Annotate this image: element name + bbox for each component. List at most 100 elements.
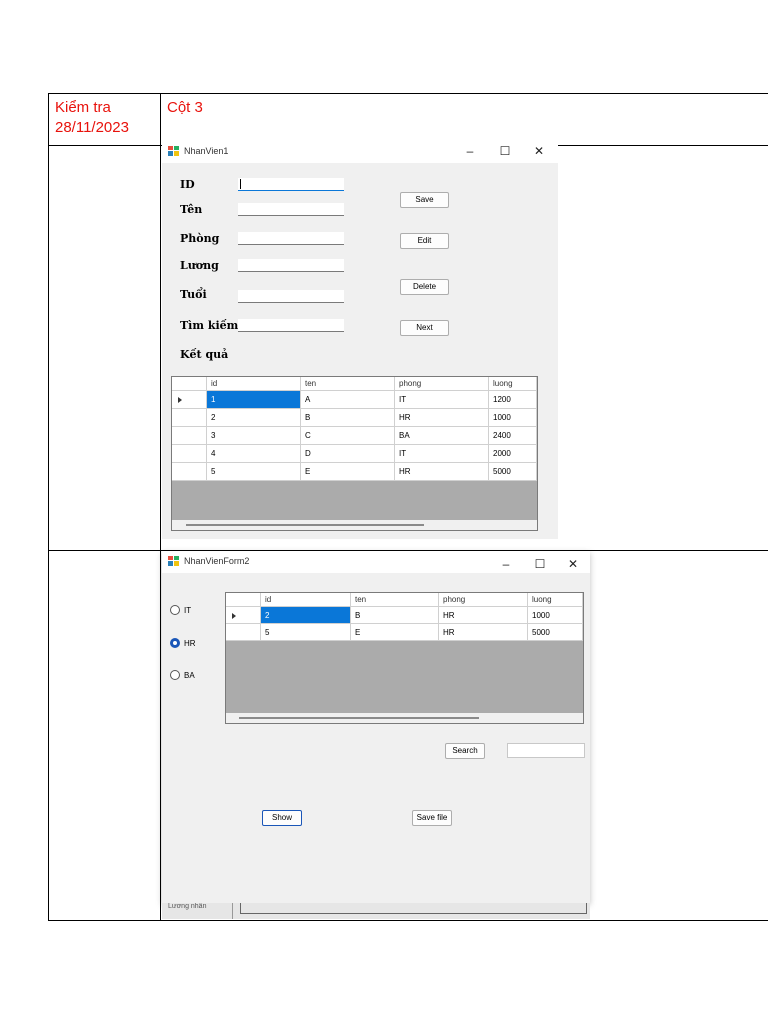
timkiem-label: Tìm kiếm — [180, 319, 239, 332]
grid-column-header-ten[interactable]: ten — [301, 377, 395, 391]
horizontal-scrollbar[interactable] — [226, 713, 583, 723]
row-header[interactable] — [226, 607, 261, 624]
grid-cell-id[interactable]: 2 — [261, 607, 351, 624]
minimize-icon[interactable]: – — [496, 557, 516, 571]
grid-cell-ten[interactable]: C — [301, 427, 395, 445]
luong-input[interactable] — [238, 259, 344, 272]
edit-button[interactable]: Edit — [400, 233, 449, 249]
grid-column-header-luong[interactable]: luong — [489, 377, 537, 391]
grid-corner[interactable] — [172, 377, 207, 391]
grid-cell-luong[interactable]: 2000 — [489, 445, 537, 463]
phong-input[interactable] — [238, 232, 344, 245]
scrollbar-thumb[interactable] — [239, 717, 479, 719]
radio-hr-label: HR — [184, 639, 196, 648]
luong-label: Lương — [180, 259, 219, 272]
maximize-icon[interactable]: ☐ — [530, 557, 550, 571]
grid-column-header-id[interactable]: id — [261, 593, 351, 607]
titlebar[interactable]: NhanVienForm2 – ☐ ✕ — [162, 551, 590, 573]
header-date-label: Kiểm tra — [55, 99, 111, 116]
timkiem-input[interactable] — [238, 319, 344, 332]
tuoi-input[interactable] — [238, 290, 344, 303]
tuoi-label: Tuổi — [180, 288, 207, 301]
grid-column-header-phong[interactable]: phong — [395, 377, 489, 391]
savefile-button[interactable]: Save file — [412, 810, 452, 826]
grid-cell-phong[interactable]: HR — [395, 409, 489, 427]
grid-cell-phong[interactable]: IT — [395, 445, 489, 463]
table-row[interactable]: 5 E HR 5000 — [226, 624, 583, 641]
row-header[interactable] — [172, 409, 207, 427]
grid-cell-phong[interactable]: BA — [395, 427, 489, 445]
search-button[interactable]: Search — [445, 743, 485, 759]
grid-cell-id[interactable]: 2 — [207, 409, 301, 427]
grid-cell-ten[interactable]: B — [301, 409, 395, 427]
current-row-arrow-icon — [232, 612, 236, 619]
table-row[interactable]: 5 E HR 5000 — [172, 463, 537, 481]
table-divider — [160, 93, 161, 920]
header-cell-1: Kiểm tra 28/11/2023 — [55, 98, 129, 138]
grid-cell-ten[interactable]: B — [351, 607, 439, 624]
maximize-icon[interactable]: ☐ — [495, 144, 515, 158]
titlebar[interactable]: NhanVien1 – ☐ ✕ — [162, 141, 558, 163]
table-row[interactable]: 1 A IT 1200 — [172, 391, 537, 409]
next-button[interactable]: Next — [400, 320, 449, 336]
minimize-icon[interactable]: – — [460, 144, 480, 158]
show-button[interactable]: Show — [262, 810, 302, 826]
filtered-employee-grid[interactable]: id ten phong luong 2 B HR 1000 5 E HR 5000 — [225, 592, 584, 724]
grid-cell-ten[interactable]: E — [351, 624, 439, 641]
grid-cell-ten[interactable]: D — [301, 445, 395, 463]
grid-corner[interactable] — [226, 593, 261, 607]
nhanvien1-window: NhanVien1 – ☐ ✕ ID Tên Phòng Lương Tuổi … — [162, 141, 558, 539]
grid-header-row: id ten phong luong — [226, 593, 583, 607]
save-button[interactable]: Save — [400, 192, 449, 208]
radio-ba-label: BA — [184, 671, 195, 680]
grid-cell-id[interactable]: 3 — [207, 427, 301, 445]
grid-cell-id[interactable]: 5 — [207, 463, 301, 481]
grid-cell-luong[interactable]: 1200 — [489, 391, 537, 409]
table-row[interactable]: 2 B HR 1000 — [172, 409, 537, 427]
radio-hr[interactable] — [170, 638, 180, 648]
nhanvienform2-window: NhanVienForm2 – ☐ ✕ IT HR BA id ten phong l… — [162, 551, 590, 903]
grid-cell-id[interactable]: 1 — [207, 391, 301, 409]
grid-cell-luong[interactable]: 1000 — [528, 607, 583, 624]
id-label: ID — [180, 178, 195, 191]
grid-cell-phong[interactable]: IT — [395, 391, 489, 409]
table-row[interactable]: 4 D IT 2000 — [172, 445, 537, 463]
row-header[interactable] — [172, 427, 207, 445]
grid-column-header-id[interactable]: id — [207, 377, 301, 391]
table-row[interactable]: 2 B HR 1000 — [226, 607, 583, 624]
grid-column-header-luong[interactable]: luong — [528, 593, 583, 607]
row-header[interactable] — [226, 624, 261, 641]
ten-input[interactable] — [238, 203, 344, 216]
background-divider — [232, 903, 233, 919]
grid-cell-luong[interactable]: 5000 — [489, 463, 537, 481]
grid-cell-id[interactable]: 4 — [207, 445, 301, 463]
row-header[interactable] — [172, 463, 207, 481]
grid-cell-luong[interactable]: 5000 — [528, 624, 583, 641]
grid-column-header-ten[interactable]: ten — [351, 593, 439, 607]
background-panel — [240, 903, 587, 914]
header-date-value: 28/11/2023 — [55, 119, 129, 136]
grid-column-header-phong[interactable]: phong — [439, 593, 528, 607]
table-row[interactable]: 3 C BA 2400 — [172, 427, 537, 445]
background-window: Lương nhân — [162, 903, 590, 919]
scrollbar-thumb[interactable] — [186, 524, 424, 526]
grid-cell-phong[interactable]: HR — [439, 607, 528, 624]
grid-cell-ten[interactable]: E — [301, 463, 395, 481]
grid-cell-ten[interactable]: A — [301, 391, 395, 409]
close-icon[interactable]: ✕ — [529, 144, 549, 158]
grid-cell-luong[interactable]: 1000 — [489, 409, 537, 427]
id-input[interactable] — [238, 178, 344, 191]
delete-button[interactable]: Delete — [400, 279, 449, 295]
search-input[interactable] — [507, 743, 585, 758]
close-icon[interactable]: ✕ — [563, 557, 583, 571]
radio-ba[interactable] — [170, 670, 180, 680]
employee-grid[interactable]: id ten phong luong 1 A IT 1200 2 B HR 1000 3 C BA 2400 4… — [171, 376, 538, 531]
grid-cell-id[interactable]: 5 — [261, 624, 351, 641]
grid-cell-phong[interactable]: HR — [395, 463, 489, 481]
row-header[interactable] — [172, 391, 207, 409]
row-header[interactable] — [172, 445, 207, 463]
grid-cell-phong[interactable]: HR — [439, 624, 528, 641]
grid-cell-luong[interactable]: 2400 — [489, 427, 537, 445]
radio-it[interactable] — [170, 605, 180, 615]
horizontal-scrollbar[interactable] — [172, 520, 537, 530]
